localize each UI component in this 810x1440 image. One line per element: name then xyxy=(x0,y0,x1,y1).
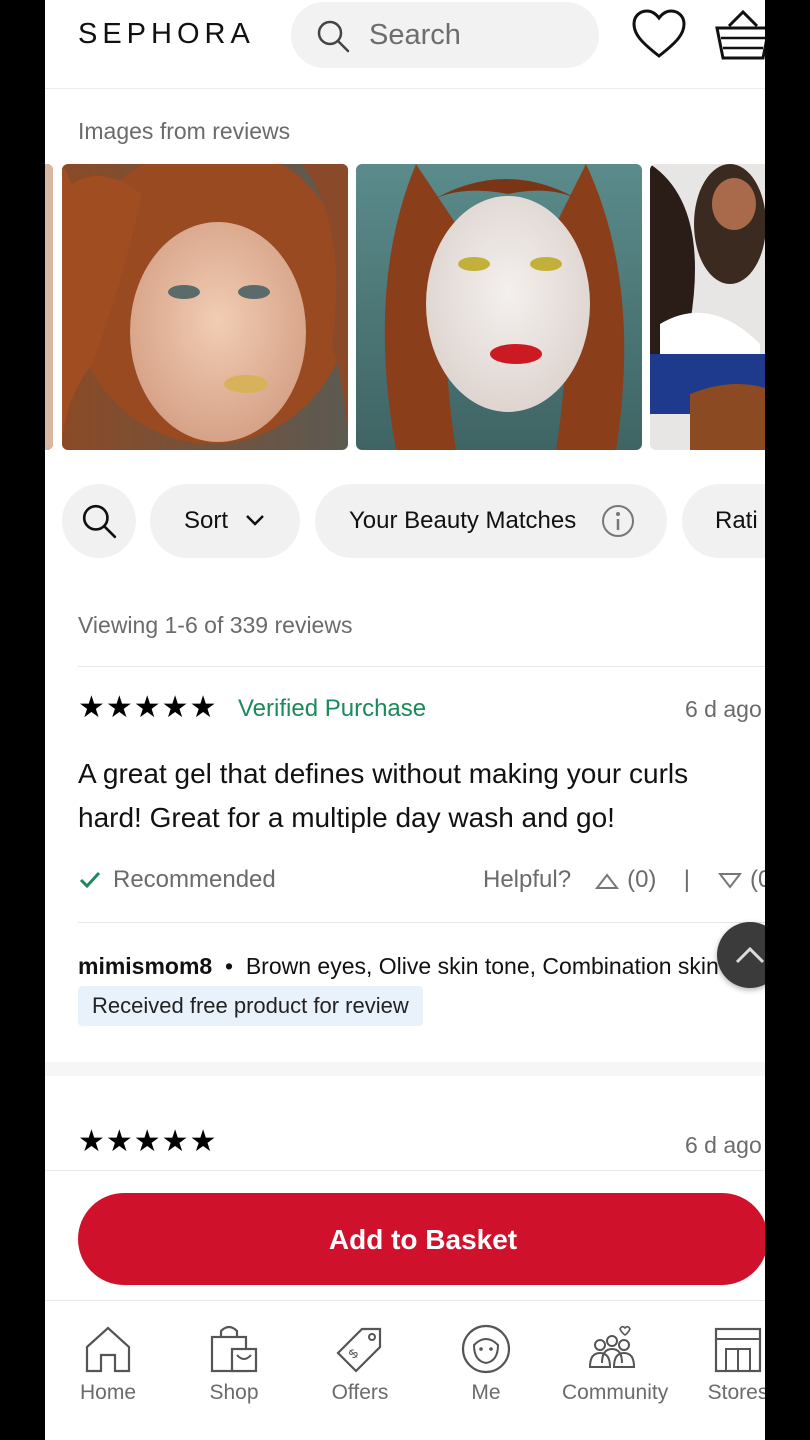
bottom-nav: Home Shop $ Offers Me Community Stores xyxy=(45,1300,765,1440)
nav-label: Community xyxy=(562,1381,669,1404)
reviewer-info: mimismom8 • Brown eyes, Olive skin tone,… xyxy=(78,953,719,980)
bullet-separator: • xyxy=(225,953,234,979)
community-icon xyxy=(588,1325,636,1368)
review-text: A great gel that defines without making … xyxy=(78,758,689,833)
review-image-thumb[interactable] xyxy=(45,164,53,450)
search-icon xyxy=(82,504,117,539)
header: SEPHORA Search xyxy=(45,0,765,89)
sephora-logo[interactable]: SEPHORA xyxy=(78,18,255,51)
review-search-button[interactable] xyxy=(62,484,136,558)
sort-label: Sort xyxy=(184,507,229,534)
info-icon[interactable] xyxy=(601,504,635,538)
nav-label: Me xyxy=(471,1381,501,1404)
helpful-separator: | xyxy=(683,866,690,893)
helpful-down-count: (0) xyxy=(750,866,765,893)
check-icon xyxy=(79,871,101,889)
review-image-thumb[interactable] xyxy=(62,164,348,450)
helpful-votes: Helpful? (0) | (0) xyxy=(483,866,765,894)
chevron-down-icon xyxy=(246,515,264,526)
thumbs-down-triangle-icon[interactable] xyxy=(717,871,743,891)
search-input[interactable]: Search xyxy=(291,2,599,68)
stores-icon xyxy=(714,1327,762,1373)
offers-icon: $ xyxy=(336,1327,382,1373)
recommended-label: Recommended xyxy=(113,866,276,893)
rating-stars: ★★★★★ xyxy=(78,691,218,724)
add-to-basket-button[interactable]: Add to Basket xyxy=(78,1193,765,1285)
nav-label: Home xyxy=(79,1381,137,1404)
basket-icon[interactable] xyxy=(713,6,765,62)
nav-item-home[interactable]: Home xyxy=(58,1323,158,1405)
rating-filter[interactable]: Rati xyxy=(682,484,765,558)
reviewer-attributes: Brown eyes, Olive skin tone, Combination… xyxy=(245,953,719,979)
nav-label: Shop xyxy=(209,1381,259,1404)
add-to-basket-bar: Add to Basket xyxy=(45,1170,765,1301)
home-icon xyxy=(85,1326,131,1373)
nav-label: Stores xyxy=(707,1381,765,1404)
divider xyxy=(78,666,765,667)
review-date: 6 d ago xyxy=(685,1132,762,1158)
beauty-matches-filter[interactable]: Your Beauty Matches xyxy=(315,484,667,558)
heart-icon[interactable] xyxy=(631,8,687,60)
review-separator xyxy=(45,1062,765,1076)
verified-purchase-label: Verified Purchase xyxy=(238,695,427,722)
free-product-badge: Received free product for review xyxy=(78,986,423,1026)
sort-dropdown[interactable]: Sort xyxy=(150,484,300,558)
review-date: 6 d ago xyxy=(685,696,762,722)
review-image-thumb[interactable] xyxy=(650,164,765,450)
nav-item-stores[interactable]: Stores xyxy=(688,1323,765,1405)
review-image-thumb[interactable] xyxy=(356,164,642,450)
app-screen: SEPHORA Search Images from reviews Sort … xyxy=(45,0,765,1440)
nav-item-community[interactable]: Community xyxy=(562,1323,669,1405)
beauty-matches-label: Your Beauty Matches xyxy=(349,507,577,534)
helpful-up-count: (0) xyxy=(627,866,657,893)
rating-stars: ★★★★★ xyxy=(78,1125,218,1158)
svg-text:$: $ xyxy=(345,1345,361,1361)
nav-label: Offers xyxy=(331,1381,389,1404)
nav-item-me[interactable]: Me xyxy=(436,1323,536,1405)
nav-item-shop[interactable]: Shop xyxy=(184,1323,284,1405)
images-section-title: Images from reviews xyxy=(78,118,291,144)
divider xyxy=(78,922,765,923)
thumbs-up-triangle-icon[interactable] xyxy=(594,871,620,891)
me-icon xyxy=(461,1324,511,1374)
reviews-count: Viewing 1-6 of 339 reviews xyxy=(78,612,353,638)
reviewer-username[interactable]: mimismom8 xyxy=(78,953,212,979)
scroll-to-top-button[interactable] xyxy=(717,922,765,988)
rating-label: Rati xyxy=(715,507,758,534)
nav-item-offers[interactable]: $ Offers xyxy=(310,1323,410,1405)
search-placeholder: Search xyxy=(369,19,461,51)
search-icon xyxy=(317,20,350,53)
shop-icon xyxy=(210,1325,258,1373)
chevron-up-icon xyxy=(735,946,765,964)
helpful-label: Helpful? xyxy=(483,866,572,893)
